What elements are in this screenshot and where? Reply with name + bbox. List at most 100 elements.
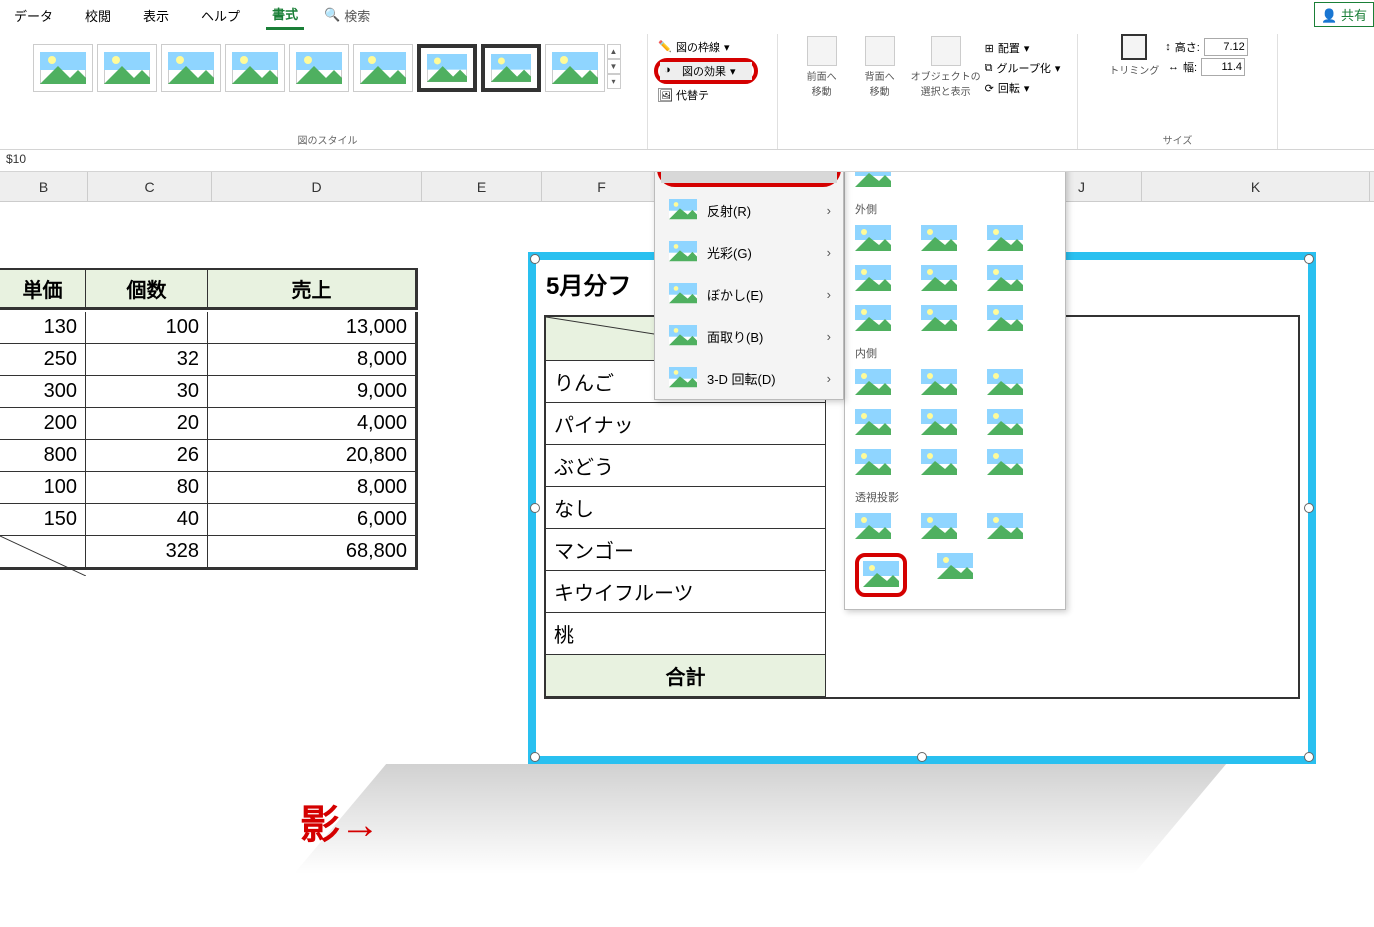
shadow-persp-3[interactable]: [987, 513, 1023, 541]
shadow-inner-7[interactable]: [855, 449, 891, 477]
picture-style-3[interactable]: [161, 44, 221, 92]
gallery-up-icon[interactable]: ▲: [607, 44, 621, 59]
left-cell[interactable]: 30: [86, 376, 208, 408]
left-cell[interactable]: 8,000: [208, 472, 416, 504]
shadow-inner-9[interactable]: [987, 449, 1023, 477]
left-cell[interactable]: 150: [0, 504, 86, 536]
left-cell[interactable]: 4,000: [208, 408, 416, 440]
shadow-outer-6[interactable]: [987, 265, 1023, 293]
shadow-inner-1[interactable]: [855, 369, 891, 397]
picture-outline-button[interactable]: ✏️ 図の枠線 ▾: [654, 38, 758, 56]
tab-review[interactable]: 校閲: [79, 2, 117, 29]
effects-menu-shadow[interactable]: 影(S)›: [661, 172, 837, 183]
send-backward-button[interactable]: 背面へ 移動: [853, 36, 907, 98]
selection-pane-button[interactable]: オブジェクトの 選択と表示: [911, 36, 981, 98]
col-K[interactable]: K: [1142, 172, 1370, 201]
left-cell[interactable]: 32: [86, 344, 208, 376]
col-F[interactable]: F: [542, 172, 662, 201]
width-input[interactable]: [1201, 58, 1245, 76]
picture-style-4[interactable]: [225, 44, 285, 92]
align-button[interactable]: ⊞配置▾: [985, 40, 1061, 56]
tab-help[interactable]: ヘルプ: [195, 2, 246, 29]
picture-style-1[interactable]: [33, 44, 93, 92]
left-cell[interactable]: 130: [0, 312, 86, 344]
shadow-outer-7[interactable]: [855, 305, 891, 333]
handle-bc[interactable]: [917, 752, 927, 762]
left-cell[interactable]: 20: [86, 408, 208, 440]
picture-style-6[interactable]: [353, 44, 413, 92]
shadow-outer-4[interactable]: [855, 265, 891, 293]
shadow-outer-1[interactable]: [855, 225, 891, 253]
effects-menu-glow[interactable]: 光彩(G)›: [655, 231, 843, 273]
handle-mr[interactable]: [1304, 503, 1314, 513]
left-cell[interactable]: 68,800: [208, 536, 416, 568]
shadow-none[interactable]: [855, 172, 891, 189]
effects-menu-rotation[interactable]: 3-D 回転(D)›: [655, 357, 843, 399]
col-E[interactable]: E: [422, 172, 542, 201]
crop-button[interactable]: トリミング: [1107, 34, 1161, 77]
left-cell[interactable]: 20,800: [208, 440, 416, 472]
shadow-outer-5[interactable]: [921, 265, 957, 293]
shadow-inner-2[interactable]: [921, 369, 957, 397]
search-box[interactable]: 🔍 検索: [324, 6, 370, 25]
tab-data[interactable]: データ: [8, 2, 59, 29]
rotate-button[interactable]: ⟳回転▾: [985, 80, 1061, 96]
shadow-persp-5[interactable]: [937, 553, 973, 581]
effects-menu-reflection[interactable]: 反射(R)›: [655, 189, 843, 231]
left-cell[interactable]: [0, 536, 86, 568]
picture-style-9[interactable]: [545, 44, 605, 92]
gallery-down-icon[interactable]: ▼: [607, 59, 621, 74]
left-cell[interactable]: 800: [0, 440, 86, 472]
left-cell[interactable]: 328: [86, 536, 208, 568]
left-cell[interactable]: 6,000: [208, 504, 416, 536]
left-cell[interactable]: 100: [86, 312, 208, 344]
left-cell[interactable]: 100: [0, 472, 86, 504]
left-cell[interactable]: 8,000: [208, 344, 416, 376]
tab-view[interactable]: 表示: [137, 2, 175, 29]
alt-text-button[interactable]: 🖼 代替テ: [654, 86, 758, 104]
picture-style-2[interactable]: [97, 44, 157, 92]
group-button[interactable]: ⧉グループ化▾: [985, 60, 1061, 76]
shadow-inner-4[interactable]: [855, 409, 891, 437]
col-D[interactable]: D: [212, 172, 422, 201]
shadow-outer-8[interactable]: [921, 305, 957, 333]
handle-br[interactable]: [1304, 752, 1314, 762]
left-cell[interactable]: 26: [86, 440, 208, 472]
tab-format[interactable]: 書式: [266, 0, 304, 30]
left-cell[interactable]: 80: [86, 472, 208, 504]
effects-menu-bevel[interactable]: 面取り(B)›: [655, 315, 843, 357]
effects-menu-soft[interactable]: ぼかし(E)›: [655, 273, 843, 315]
shadow-outer-3[interactable]: [987, 225, 1023, 253]
shadow-outer-2[interactable]: [921, 225, 957, 253]
height-input[interactable]: [1204, 38, 1248, 56]
left-cell[interactable]: 250: [0, 344, 86, 376]
shadow-persp-4[interactable]: [863, 561, 899, 589]
formula-bar[interactable]: $10: [0, 150, 1374, 172]
worksheet[interactable]: B C D E F G H I J K 単価 個数 売上 13010013,00…: [0, 172, 1374, 927]
shadow-inner-8[interactable]: [921, 449, 957, 477]
shadow-persp-2[interactable]: [921, 513, 957, 541]
left-cell[interactable]: 13,000: [208, 312, 416, 344]
shadow-persp-1[interactable]: [855, 513, 891, 541]
left-cell[interactable]: 9,000: [208, 376, 416, 408]
col-C[interactable]: C: [88, 172, 212, 201]
left-cell[interactable]: 300: [0, 376, 86, 408]
share-button[interactable]: 👤 共有: [1314, 2, 1374, 27]
handle-ml[interactable]: [530, 503, 540, 513]
picture-style-5[interactable]: [289, 44, 349, 92]
bring-forward-button[interactable]: 前面へ 移動: [795, 36, 849, 98]
shadow-inner-5[interactable]: [921, 409, 957, 437]
picture-style-7[interactable]: [417, 44, 477, 92]
gallery-more-icon[interactable]: ▾: [607, 74, 621, 89]
handle-bl[interactable]: [530, 752, 540, 762]
styles-gallery-expand[interactable]: ▲ ▼ ▾: [607, 44, 623, 89]
left-cell[interactable]: 200: [0, 408, 86, 440]
picture-style-8[interactable]: [481, 44, 541, 92]
handle-tl[interactable]: [530, 254, 540, 264]
picture-effects-button[interactable]: ◑ 図の効果 ▾: [660, 62, 752, 80]
shadow-inner-6[interactable]: [987, 409, 1023, 437]
shadow-outer-9[interactable]: [987, 305, 1023, 333]
shadow-inner-3[interactable]: [987, 369, 1023, 397]
handle-tr[interactable]: [1304, 254, 1314, 264]
left-cell[interactable]: 40: [86, 504, 208, 536]
